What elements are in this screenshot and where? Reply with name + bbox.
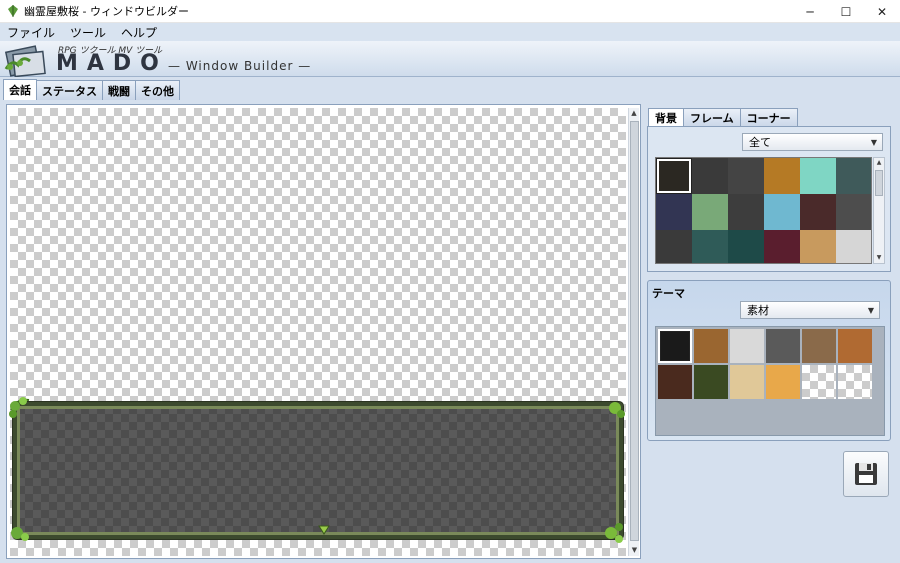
background-swatch[interactable]	[836, 158, 871, 194]
product-name: — Window Builder —	[168, 59, 312, 73]
background-filter-value: 全て	[749, 136, 771, 149]
background-swatch[interactable]	[692, 194, 728, 230]
tab-frame[interactable]: フレーム	[683, 108, 741, 127]
theme-tile[interactable]	[694, 329, 728, 363]
background-panel: 全て ▼ ▲ ▼	[647, 126, 891, 272]
background-swatch[interactable]	[836, 194, 871, 230]
maximize-button[interactable]: ☐	[828, 0, 864, 23]
theme-label: テーマ	[652, 287, 685, 300]
tab-corner[interactable]: コーナー	[739, 108, 798, 127]
background-swatch[interactable]	[692, 158, 728, 194]
scroll-thumb[interactable]	[630, 121, 639, 541]
background-swatch[interactable]	[764, 194, 800, 230]
save-button[interactable]	[843, 451, 889, 497]
theme-tile[interactable]	[730, 329, 764, 363]
menu-bar: ファイル ツール ヘルプ	[0, 23, 900, 41]
empty-theme-slot	[838, 365, 872, 399]
background-swatch[interactable]	[800, 158, 836, 194]
menu-file[interactable]: ファイル	[0, 24, 63, 41]
theme-tile[interactable]	[766, 329, 800, 363]
theme-tile[interactable]	[838, 329, 872, 363]
background-swatch[interactable]	[728, 194, 764, 230]
background-swatch[interactable]	[800, 230, 836, 263]
theme-tile[interactable]	[694, 365, 728, 399]
tab-other[interactable]: その他	[135, 80, 180, 100]
theme-tile[interactable]	[802, 329, 836, 363]
background-swatch[interactable]	[656, 158, 692, 194]
tab-status[interactable]: ステータス	[36, 80, 103, 100]
floppy-disk-icon	[855, 463, 877, 485]
background-swatch[interactable]	[764, 158, 800, 194]
logo-text: MADO	[56, 51, 168, 76]
menu-help[interactable]: ヘルプ	[114, 24, 165, 41]
background-swatch[interactable]	[728, 230, 764, 263]
theme-panel: テーマ 素材 ▼	[647, 280, 891, 441]
preview-panel: ▲ ▼	[6, 104, 641, 559]
title-bar: 幽霊屋敷桜 - ウィンドウビルダー ─ ☐ ✕	[0, 0, 900, 23]
vine-corner-bottom-right-icon	[605, 523, 623, 543]
vine-corner-top-right-icon	[609, 402, 625, 418]
message-window-preview[interactable]	[9, 397, 625, 543]
background-swatch[interactable]	[764, 230, 800, 263]
tab-background[interactable]: 背景	[648, 108, 684, 127]
theme-filter-dropdown[interactable]: 素材 ▼	[740, 301, 880, 319]
background-swatch[interactable]	[656, 194, 692, 230]
scroll-up-arrow[interactable]: ▲	[874, 158, 884, 168]
scroll-up-arrow[interactable]: ▲	[629, 108, 639, 119]
window-title: 幽霊屋敷桜 - ウィンドウビルダー	[24, 5, 189, 18]
background-swatch[interactable]	[728, 158, 764, 194]
theme-filter-value: 素材	[747, 304, 769, 317]
empty-theme-slot	[802, 365, 836, 399]
theme-tile[interactable]	[658, 329, 692, 363]
app-banner: RPG ツクール MV ツール MADO — Window Builder —	[0, 41, 900, 77]
background-swatch-grid	[655, 157, 872, 264]
window-controls: ─ ☐ ✕	[792, 0, 900, 23]
background-swatch[interactable]	[692, 230, 728, 263]
scroll-down-arrow[interactable]: ▼	[874, 253, 884, 263]
background-swatch[interactable]	[800, 194, 836, 230]
swatch-scrollbar[interactable]: ▲ ▼	[873, 157, 885, 264]
background-filter-dropdown[interactable]: 全て ▼	[742, 133, 883, 151]
transparency-canvas	[9, 108, 626, 556]
logo-icon	[4, 45, 46, 77]
canvas-scrollbar[interactable]: ▲ ▼	[628, 108, 639, 556]
background-swatch[interactable]	[836, 230, 871, 263]
theme-tile[interactable]	[730, 365, 764, 399]
vine-corner-bottom-left-icon	[11, 527, 29, 541]
theme-tile[interactable]	[658, 365, 692, 399]
tab-conversation[interactable]: 会話	[3, 79, 37, 100]
asset-tabs: 背景 フレーム コーナー	[648, 108, 798, 127]
vine-corner-top-left-icon	[9, 397, 30, 418]
background-swatch[interactable]	[656, 230, 692, 263]
tab-battle[interactable]: 戦闘	[102, 80, 136, 100]
theme-tile[interactable]	[766, 365, 800, 399]
chevron-down-icon: ▼	[870, 138, 877, 147]
menu-tools[interactable]: ツール	[63, 24, 114, 41]
main-tabs: 会話 ステータス 戦闘 その他	[3, 79, 180, 100]
scroll-thumb[interactable]	[875, 170, 883, 196]
pause-arrow-icon	[318, 525, 330, 535]
scroll-down-arrow[interactable]: ▼	[629, 545, 640, 556]
app-icon	[8, 5, 18, 17]
chevron-down-icon: ▼	[867, 306, 874, 315]
close-button[interactable]: ✕	[864, 0, 900, 23]
minimize-button[interactable]: ─	[792, 0, 828, 23]
theme-tile-grid	[655, 326, 885, 436]
